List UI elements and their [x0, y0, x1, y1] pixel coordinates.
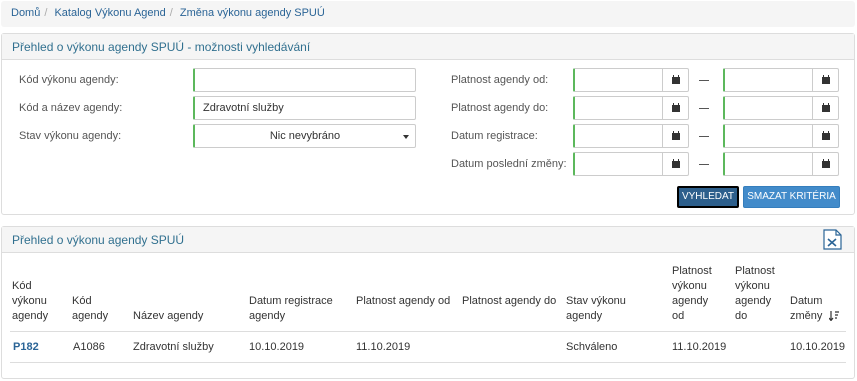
col-header-platnost-od: Platnost agendy od — [356, 295, 451, 307]
cell-platnost-vykonu-od: 11.10.2019 — [672, 341, 727, 353]
platnost-do-to-input[interactable] — [723, 96, 813, 120]
col-header-nazev-agendy: Název agendy — [133, 310, 204, 322]
cell-datum-registrace: 10.10.2019 — [249, 341, 305, 353]
registrace-to-input[interactable] — [723, 124, 813, 148]
col-header-platnost-vykonu-od: Platnost výkonu agendy od — [672, 265, 712, 322]
search-panel: Přehled o výkonu agendy SPUÚ - možnosti … — [1, 33, 855, 215]
sort-desc-icon[interactable] — [829, 311, 840, 322]
col-header-platnost-do: Platnost agendy do — [462, 295, 557, 307]
breadcrumb-separator: / — [44, 7, 48, 19]
platnost-od-to-input[interactable] — [723, 68, 813, 92]
range-dash — [699, 80, 709, 81]
zmena-to-input[interactable] — [723, 152, 813, 176]
results-panel-title: Přehled o výkonu agendy SPUÚ — [12, 233, 185, 247]
calendar-icon — [822, 159, 830, 168]
platnost-od-label: Platnost agendy od: — [451, 74, 549, 86]
registrace-from-input[interactable] — [573, 124, 663, 148]
kod-input[interactable] — [193, 68, 416, 92]
registrace-label: Datum registrace: — [451, 130, 538, 142]
table-row-divider — [10, 362, 846, 363]
kod-label: Kód výkonu agendy: — [19, 74, 119, 86]
search-panel-title: Přehled o výkonu agendy SPUÚ - možnosti … — [2, 34, 854, 60]
col-header-kod-agendy: Kód agendy — [72, 295, 109, 322]
col-header-datum-registrace: Datum registrace agendy — [249, 295, 333, 322]
cell-kod-vykonu-link[interactable]: P182 — [13, 341, 39, 353]
cell-datum-zmeny: 10.10.2019 — [790, 341, 846, 353]
platnost-do-from-calendar-button[interactable] — [663, 96, 689, 120]
cell-platnost-od: 11.10.2019 — [356, 341, 411, 353]
nazev-label: Kód a název agendy: — [19, 102, 123, 114]
range-dash — [699, 164, 709, 165]
col-header-kod-vykonu: Kód výkonu agendy — [12, 280, 49, 322]
platnost-od-from-input[interactable] — [573, 68, 663, 92]
col-header-platnost-vykonu-do: Platnost výkonu agendy do — [735, 265, 775, 322]
calendar-icon — [672, 159, 680, 168]
cell-stav: Schváleno — [566, 341, 618, 353]
breadcrumb: Domů / Katalog Výkonu Agend / Změna výkonu… — [1, 1, 855, 27]
platnost-do-to-calendar-button[interactable] — [813, 96, 839, 120]
calendar-icon — [822, 75, 830, 84]
stav-select-value: Nic nevybráno — [269, 130, 341, 142]
platnost-od-to-calendar-button[interactable] — [813, 68, 839, 92]
platnost-od-from-calendar-button[interactable] — [663, 68, 689, 92]
col-header-datum-zmeny-label: Datum změny — [790, 295, 823, 322]
calendar-icon — [672, 75, 680, 84]
calendar-icon — [822, 131, 830, 140]
clear-criteria-button[interactable]: SMAZAT KRITÉRIA — [743, 186, 840, 208]
cell-kod-agendy: A1086 — [73, 341, 105, 353]
cell-nazev-agendy: Zdravotní služby — [133, 341, 214, 353]
zmena-from-calendar-button[interactable] — [663, 152, 689, 176]
search-button[interactable]: VYHLEDAT — [677, 186, 739, 208]
zmena-label: Datum poslední změny: — [451, 158, 567, 170]
registrace-to-calendar-button[interactable] — [813, 124, 839, 148]
calendar-icon — [822, 103, 830, 112]
calendar-icon — [672, 103, 680, 112]
calendar-icon — [672, 131, 680, 140]
results-panel: Přehled o výkonu agendy SPUÚ Kód výkonu … — [1, 226, 855, 379]
table-header-divider — [10, 331, 846, 332]
breadcrumb-separator: / — [169, 7, 173, 19]
breadcrumb-home[interactable]: Domů — [11, 7, 40, 19]
stav-select[interactable]: Nic nevybráno — [193, 124, 416, 148]
chevron-down-icon — [403, 135, 409, 139]
zmena-to-calendar-button[interactable] — [813, 152, 839, 176]
nazev-input[interactable]: Zdravotní služby — [193, 96, 416, 120]
excel-export-icon[interactable] — [823, 229, 842, 250]
col-header-stav: Stav výkonu agendy — [566, 295, 626, 322]
range-dash — [699, 136, 709, 137]
results-panel-heading: Přehled o výkonu agendy SPUÚ — [2, 227, 854, 253]
breadcrumb-katalog[interactable]: Katalog Výkonu Agend — [54, 7, 165, 19]
platnost-do-from-input[interactable] — [573, 96, 663, 120]
breadcrumb-current[interactable]: Změna výkonu agendy SPUÚ — [180, 7, 325, 19]
platnost-do-label: Platnost agendy do: — [451, 102, 549, 114]
registrace-from-calendar-button[interactable] — [663, 124, 689, 148]
stav-label: Stav výkonu agendy: — [19, 130, 122, 142]
zmena-from-input[interactable] — [573, 152, 663, 176]
col-header-datum-zmeny[interactable]: Datum změny — [790, 294, 845, 324]
range-dash — [699, 108, 709, 109]
